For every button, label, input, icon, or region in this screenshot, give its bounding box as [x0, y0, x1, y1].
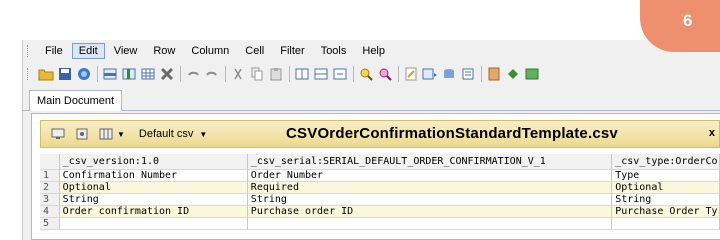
- table-row[interactable]: 2 Optional Required Optional: [40, 182, 720, 194]
- table-icon[interactable]: [140, 66, 156, 82]
- toolbar-separator: [481, 66, 482, 82]
- menu-help[interactable]: Help: [355, 43, 392, 59]
- column-header[interactable]: _csv_serial:SERIAL_DEFAULT_ORDER_CONFIRM…: [247, 154, 613, 170]
- table-row[interactable]: 4 Order confirmation ID Purchase order I…: [40, 206, 720, 218]
- menubar-grip[interactable]: [27, 45, 30, 57]
- table-cell[interactable]: Order confirmation ID: [59, 206, 248, 218]
- column-layout-icon[interactable]: [99, 127, 113, 141]
- step-badge-number: 6: [683, 11, 693, 30]
- insert-row-icon[interactable]: [102, 66, 118, 82]
- menu-view[interactable]: View: [107, 43, 145, 59]
- table-row[interactable]: 5: [40, 218, 720, 230]
- toolbar-separator: [398, 66, 399, 82]
- csv-grid[interactable]: _csv_version:1.0 _csv_serial:SERIAL_DEFA…: [40, 154, 720, 239]
- table-cell[interactable]: Purchase Order Ty: [612, 206, 720, 218]
- row-number[interactable]: 1: [40, 170, 60, 182]
- toolbar-separator: [353, 66, 354, 82]
- table-cell[interactable]: Optional: [612, 182, 720, 194]
- document-header-bar: ▼ Default csv ▼ CSVOrderConfirmationStan…: [40, 120, 720, 148]
- table-row[interactable]: 3 String String String: [40, 194, 720, 206]
- list-icon[interactable]: [460, 66, 476, 82]
- chevron-down-icon[interactable]: ▼: [117, 130, 125, 139]
- row-number[interactable]: 4: [40, 206, 60, 218]
- copy-icon[interactable]: [249, 66, 265, 82]
- application-window: File Edit View Row Column Cell Filter To…: [22, 40, 720, 240]
- row-number-header[interactable]: [40, 154, 60, 170]
- find-next-icon[interactable]: [377, 66, 393, 82]
- table-cell[interactable]: Confirmation Number: [59, 170, 248, 182]
- table-cell[interactable]: String: [612, 194, 720, 206]
- settings-icon[interactable]: [75, 127, 89, 141]
- print-icon[interactable]: [76, 66, 92, 82]
- db-icon[interactable]: [441, 66, 457, 82]
- row-number[interactable]: 2: [40, 182, 60, 194]
- table-header-row: _csv_version:1.0 _csv_serial:SERIAL_DEFA…: [40, 154, 720, 170]
- table-cell[interactable]: String: [247, 194, 613, 206]
- table-row[interactable]: 1 Confirmation Number Order Number Type: [40, 170, 720, 182]
- cut-icon[interactable]: [230, 66, 246, 82]
- menu-row[interactable]: Row: [146, 43, 182, 59]
- paste-icon[interactable]: [268, 66, 284, 82]
- notes-icon[interactable]: [486, 66, 502, 82]
- open-folder-icon[interactable]: [38, 66, 54, 82]
- document-panel: ▼ Default csv ▼ CSVOrderConfirmationStan…: [31, 113, 720, 240]
- document-title: CSVOrderConfirmationStandardTemplate.csv: [286, 125, 618, 142]
- table-cell[interactable]: Order Number: [247, 170, 613, 182]
- undo-icon[interactable]: [185, 66, 201, 82]
- menu-column[interactable]: Column: [184, 43, 236, 59]
- save-icon[interactable]: [57, 66, 73, 82]
- merge-icon[interactable]: [313, 66, 329, 82]
- table-cell[interactable]: String: [59, 194, 248, 206]
- table-cell[interactable]: Required: [247, 182, 613, 194]
- toolbar-grip[interactable]: [27, 68, 30, 80]
- table-cell[interactable]: [247, 218, 613, 230]
- row-number[interactable]: 3: [40, 194, 60, 206]
- close-document-button[interactable]: x: [709, 127, 715, 139]
- step-badge: [640, 0, 720, 52]
- csv-profile-dropdown[interactable]: Default csv: [139, 128, 193, 140]
- column-header[interactable]: _csv_version:1.0: [59, 154, 248, 170]
- delete-icon[interactable]: [159, 66, 175, 82]
- insert-column-icon[interactable]: [121, 66, 137, 82]
- toolbar: [23, 62, 720, 86]
- document-tab-strip: Main Document: [23, 88, 720, 111]
- toolbar-separator: [97, 66, 98, 82]
- menu-tools[interactable]: Tools: [314, 43, 354, 59]
- table-cell[interactable]: Purchase order ID: [247, 206, 613, 218]
- menu-cell[interactable]: Cell: [238, 43, 271, 59]
- toolbar-separator: [180, 66, 181, 82]
- table-cell[interactable]: [59, 218, 248, 230]
- chevron-down-icon[interactable]: ▼: [199, 130, 207, 139]
- toolbar-separator: [289, 66, 290, 82]
- menu-file[interactable]: File: [38, 43, 70, 59]
- tab-main-document[interactable]: Main Document: [29, 90, 123, 111]
- run-icon[interactable]: [524, 66, 540, 82]
- fit-icon[interactable]: [332, 66, 348, 82]
- edit-doc-icon[interactable]: [403, 66, 419, 82]
- redo-icon[interactable]: [204, 66, 220, 82]
- column-header[interactable]: _csv_type:OrderCo: [612, 154, 720, 170]
- menu-edit[interactable]: Edit: [71, 43, 105, 59]
- menu-bar: File Edit View Row Column Cell Filter To…: [23, 40, 720, 62]
- table-cell[interactable]: Optional: [59, 182, 248, 194]
- row-number[interactable]: 5: [40, 218, 60, 230]
- export-icon[interactable]: [422, 66, 438, 82]
- toolbar-separator: [225, 66, 226, 82]
- table-cell[interactable]: [612, 218, 720, 230]
- split-icon[interactable]: [294, 66, 310, 82]
- plugin-icon[interactable]: [505, 66, 521, 82]
- menu-filter[interactable]: Filter: [273, 43, 311, 59]
- monitor-icon[interactable]: [51, 127, 65, 141]
- table-cell[interactable]: Type: [612, 170, 720, 182]
- find-icon[interactable]: [358, 66, 374, 82]
